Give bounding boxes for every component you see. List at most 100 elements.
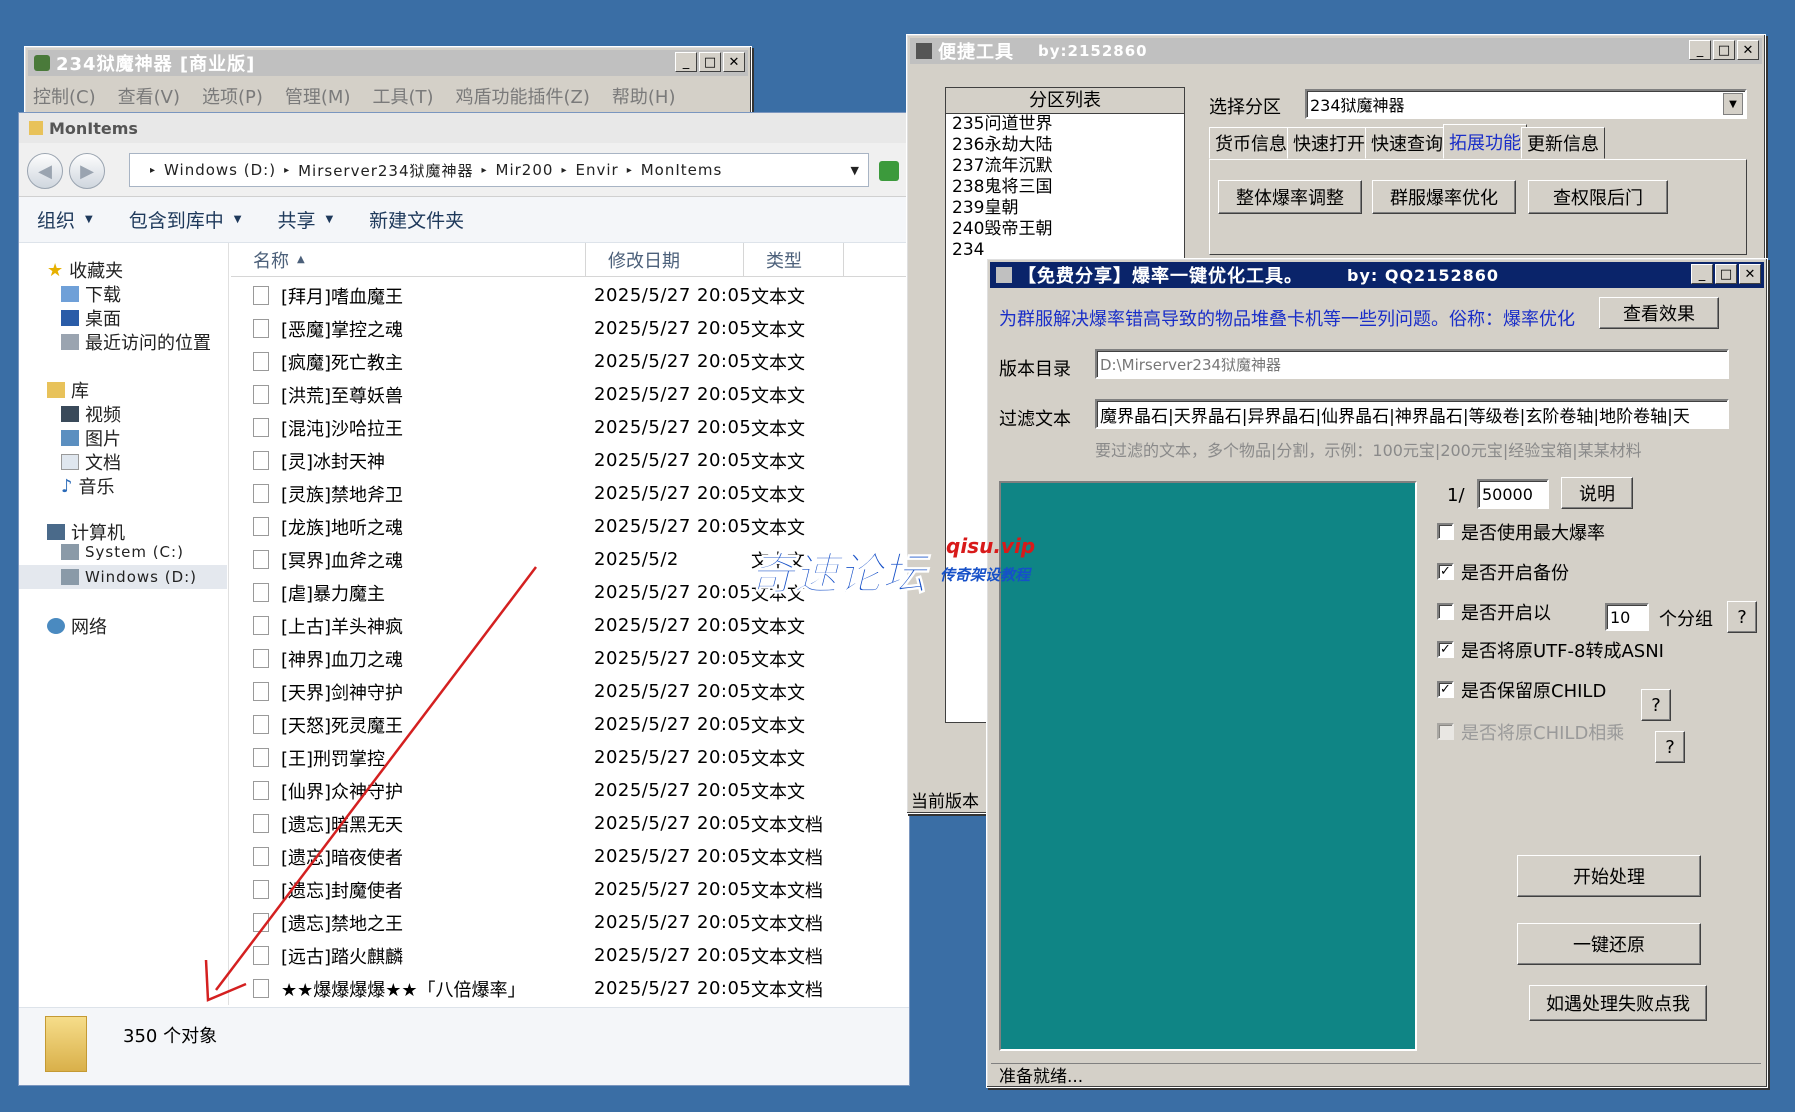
option-checkbox[interactable] bbox=[1437, 603, 1454, 620]
file-row[interactable]: [疯魔]死亡教主 2025/5/27 20:05 文本文 bbox=[231, 345, 909, 378]
file-row[interactable]: [上古]羊头神疯 2025/5/27 20:05 文本文 bbox=[231, 609, 909, 642]
close-button[interactable]: ✕ bbox=[1739, 264, 1761, 284]
file-row[interactable]: [天界]剑神守护 2025/5/27 20:05 文本文 bbox=[231, 675, 909, 708]
breadcrumb-separator-icon[interactable]: ▸ bbox=[561, 165, 567, 176]
file-row[interactable]: [灵族]禁地斧卫 2025/5/27 20:05 文本文 bbox=[231, 477, 909, 510]
nav-drive-d[interactable]: Windows (D:) bbox=[19, 565, 227, 589]
breadcrumb-item[interactable]: Windows (D:) bbox=[164, 161, 276, 179]
group-droprate-optimize-button[interactable]: 群服爆率优化 bbox=[1372, 180, 1516, 214]
minimize-button[interactable]: _ bbox=[1689, 40, 1711, 60]
partition-item[interactable]: 238鬼将三国 bbox=[946, 177, 1184, 198]
breadcrumb-separator-icon[interactable]: ▸ bbox=[150, 165, 156, 176]
breadcrumb-item[interactable]: MonItems bbox=[641, 161, 723, 179]
menu-item[interactable]: 工具(T) bbox=[372, 83, 433, 109]
column-name-header[interactable]: 名称 ▲ bbox=[231, 243, 586, 276]
option-checkbox[interactable]: ✓ bbox=[1437, 641, 1454, 658]
file-row[interactable]: [遗忘]禁地之王 2025/5/27 20:05 文本文档 bbox=[231, 906, 909, 939]
menu-item[interactable]: 管理(M) bbox=[285, 83, 351, 109]
nav-libraries[interactable]: 库 bbox=[47, 377, 89, 403]
menu-item[interactable]: 控制(C) bbox=[33, 83, 96, 109]
file-row[interactable]: [天怒]死灵魔王 2025/5/27 20:05 文本文 bbox=[231, 708, 909, 741]
file-row[interactable]: [远古]踏火麒麟 2025/5/27 20:05 文本文档 bbox=[231, 939, 909, 972]
tab-4[interactable]: 更新信息 bbox=[1521, 127, 1605, 159]
nav-pictures[interactable]: 图片 bbox=[61, 425, 121, 451]
overall-droprate-button[interactable]: 整体爆率调整 bbox=[1218, 180, 1362, 214]
maximize-button[interactable]: □ bbox=[1713, 40, 1735, 60]
chevron-down-icon[interactable]: ▼ bbox=[851, 164, 860, 177]
file-row[interactable]: [神界]血刀之魂 2025/5/27 20:05 文本文 bbox=[231, 642, 909, 675]
one-click-restore-button[interactable]: 一键还原 bbox=[1517, 923, 1701, 965]
file-row[interactable]: [遗忘]暗夜使者 2025/5/27 20:05 文本文档 bbox=[231, 840, 909, 873]
partition-item[interactable]: 240毁帝王朝 bbox=[946, 219, 1184, 240]
group-count-input[interactable]: 10 bbox=[1605, 603, 1649, 631]
partition-item[interactable]: 236永劫大陆 bbox=[946, 135, 1184, 156]
partition-item[interactable]: 239皇朝 bbox=[946, 198, 1184, 219]
menu-item[interactable]: 查看(V) bbox=[118, 83, 180, 109]
breadcrumb[interactable]: ▸ Windows (D:) ▸ Mirserver234狱魔神器 ▸ Mir200 ▸ En… bbox=[129, 153, 869, 187]
file-row[interactable]: [拜月]嗜血魔王 2025/5/27 20:05 文本文 bbox=[231, 279, 909, 312]
explain-button[interactable]: 说明 bbox=[1561, 477, 1633, 509]
column-date-header[interactable]: 修改日期 bbox=[586, 243, 744, 276]
nav-downloads[interactable]: 下载 bbox=[61, 281, 121, 307]
tab-0[interactable]: 货币信息 bbox=[1209, 127, 1293, 159]
toolbar-button[interactable]: 共享 ▼ bbox=[277, 206, 333, 233]
nav-network[interactable]: 网络 bbox=[47, 613, 107, 639]
breadcrumb-separator-icon[interactable]: ▸ bbox=[284, 165, 290, 176]
breadcrumb-item[interactable]: Mir200 bbox=[496, 161, 554, 179]
partition-list[interactable]: 235问道世界 236永劫大陆 237流年沉默 238鬼将三国 239皇朝 240毁帝王朝… bbox=[946, 114, 1184, 261]
partition-select[interactable]: 234狱魔神器 ▼ bbox=[1305, 89, 1747, 119]
nav-recent[interactable]: 最近访问的位置 bbox=[61, 329, 211, 355]
refresh-icon[interactable] bbox=[879, 161, 899, 181]
toolbar-button[interactable]: 新建文件夹 bbox=[369, 206, 464, 233]
minimize-button[interactable]: _ bbox=[1691, 264, 1713, 284]
partition-item[interactable]: 237流年沉默 bbox=[946, 156, 1184, 177]
nav-videos[interactable]: 视频 bbox=[61, 401, 121, 427]
option-checkbox[interactable]: ✓ bbox=[1437, 681, 1454, 698]
close-button[interactable]: ✕ bbox=[1737, 40, 1759, 60]
partition-item[interactable]: 235问道世界 bbox=[946, 114, 1184, 135]
maximize-button[interactable]: □ bbox=[1715, 264, 1737, 284]
file-row[interactable]: ★★爆爆爆爆★★「八倍爆率」 2025/5/27 20:05 文本文档 bbox=[231, 972, 909, 1005]
breadcrumb-separator-icon[interactable]: ▸ bbox=[482, 165, 488, 176]
nav-documents[interactable]: 文档 bbox=[61, 449, 121, 475]
menu-item[interactable]: 鸡盾功能插件(Z) bbox=[456, 83, 590, 109]
maximize-button[interactable]: □ bbox=[699, 52, 721, 72]
back-arrow-icon[interactable]: ◀ bbox=[27, 153, 63, 189]
menu-item[interactable]: 选项(P) bbox=[202, 83, 263, 109]
file-row[interactable]: [遗忘]暗黑无天 2025/5/27 20:05 文本文档 bbox=[231, 807, 909, 840]
nav-music[interactable]: ♪ 音乐 bbox=[61, 473, 115, 499]
forward-arrow-icon[interactable]: ▶ bbox=[69, 153, 105, 189]
toolbar-button[interactable]: 包含到库中 ▼ bbox=[129, 206, 242, 233]
nav-drive-c[interactable]: System (C:) bbox=[61, 543, 184, 561]
column-type-header[interactable]: 类型 bbox=[744, 243, 844, 276]
chevron-down-icon[interactable]: ▼ bbox=[1723, 93, 1743, 115]
file-row[interactable]: [遗忘]封魔使者 2025/5/27 20:05 文本文档 bbox=[231, 873, 909, 906]
keep-child-help-button[interactable]: ? bbox=[1641, 689, 1671, 721]
multiply-child-help-button[interactable]: ? bbox=[1655, 731, 1685, 763]
filter-text-field[interactable]: 魔界晶石|天界晶石|异界晶石|仙界晶石|神界晶石|等级卷|玄阶卷轴|地阶卷轴|天 bbox=[1095, 399, 1729, 429]
file-row[interactable]: [恶魔]掌控之魂 2025/5/27 20:05 文本文 bbox=[231, 312, 909, 345]
view-effect-button[interactable]: 查看效果 bbox=[1599, 297, 1719, 329]
check-backdoor-button[interactable]: 查权限后门 bbox=[1528, 180, 1668, 214]
file-row[interactable]: [王]刑罚掌控 2025/5/27 20:05 文本文 bbox=[231, 741, 909, 774]
breadcrumb-separator-icon[interactable]: ▸ bbox=[627, 165, 633, 176]
file-row[interactable]: [混沌]沙哈拉王 2025/5/27 20:05 文本文 bbox=[231, 411, 909, 444]
tab-3[interactable]: 拓展功能 bbox=[1443, 124, 1527, 159]
option-checkbox[interactable]: ✓ bbox=[1437, 563, 1454, 580]
tab-1[interactable]: 快速打开 bbox=[1287, 127, 1371, 159]
toolbar-button[interactable]: 组织 ▼ bbox=[37, 206, 93, 233]
menu-item[interactable]: 帮助(H) bbox=[612, 83, 676, 109]
minimize-button[interactable]: _ bbox=[675, 52, 697, 72]
nav-favorites[interactable]: ★ 收藏夹 bbox=[47, 257, 123, 283]
file-row[interactable]: [洪荒]至尊妖兽 2025/5/27 20:05 文本文 bbox=[231, 378, 909, 411]
failure-help-button[interactable]: 如遇处理失败点我 bbox=[1529, 985, 1707, 1021]
breadcrumb-item[interactable]: Envir bbox=[575, 161, 618, 179]
breadcrumb-item[interactable]: Mirserver234狱魔神器 bbox=[298, 160, 473, 181]
file-row[interactable]: [仙界]众神守护 2025/5/27 20:05 文本文 bbox=[231, 774, 909, 807]
version-dir-field[interactable]: D:\Mirserver234狱魔神器 bbox=[1095, 349, 1729, 379]
close-button[interactable]: ✕ bbox=[723, 52, 745, 72]
group-help-button[interactable]: ? bbox=[1727, 601, 1757, 633]
tab-2[interactable]: 快速查询 bbox=[1365, 127, 1449, 159]
ratio-input[interactable]: 50000 bbox=[1477, 479, 1549, 509]
nav-computer[interactable]: 计算机 bbox=[47, 519, 125, 545]
